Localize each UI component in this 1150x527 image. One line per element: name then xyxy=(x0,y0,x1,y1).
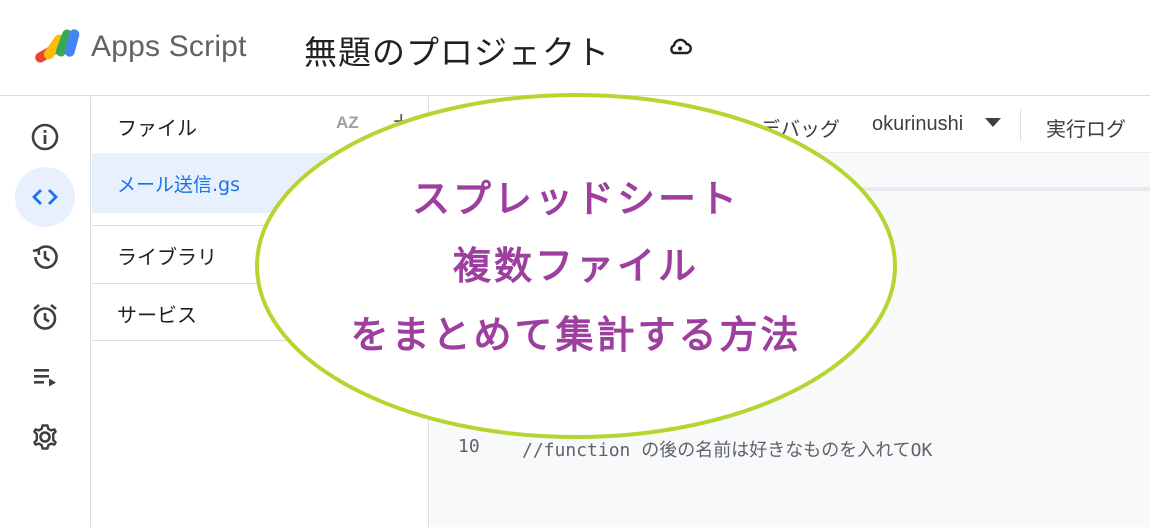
left-nav-rail xyxy=(0,97,91,527)
overlay-line-2: 複数ファイル xyxy=(452,244,699,288)
app-title[interactable]: Apps Script xyxy=(91,30,247,64)
overlay-line-1: スプレッドシート xyxy=(411,177,740,221)
history-button[interactable] xyxy=(15,227,75,287)
playlist-icon xyxy=(34,369,56,387)
info-icon xyxy=(31,123,59,151)
code-icon xyxy=(32,189,58,205)
apps-script-logo[interactable] xyxy=(32,24,84,68)
overview-button[interactable] xyxy=(15,107,75,167)
execution-log-button[interactable]: 実行ログ xyxy=(1046,113,1126,142)
editor-button[interactable] xyxy=(15,167,75,227)
libraries-label: ライブラリ xyxy=(117,245,217,269)
gear-icon xyxy=(33,424,57,450)
project-title[interactable]: 無題のプロジェクト xyxy=(304,26,610,74)
executions-button[interactable] xyxy=(15,347,75,407)
dropdown-caret-icon[interactable] xyxy=(985,118,1001,127)
app-header: Apps Script 無題のプロジェクト xyxy=(0,0,1150,96)
settings-button[interactable] xyxy=(15,407,75,467)
title-overlay: スプレッドシート 複数ファイル をまとめて集計する方法 xyxy=(254,92,898,440)
triggers-button[interactable] xyxy=(15,287,75,347)
overlay-line-3: をまとめて集計する方法 xyxy=(350,313,802,357)
history-icon xyxy=(32,245,58,269)
files-title: ファイル xyxy=(117,116,197,140)
toolbar-divider xyxy=(1020,109,1021,141)
alarm-icon xyxy=(33,303,57,330)
cloud-sync-icon xyxy=(667,36,693,58)
file-name[interactable]: メール送信.gs xyxy=(117,170,240,197)
services-label: サービス xyxy=(117,303,197,327)
